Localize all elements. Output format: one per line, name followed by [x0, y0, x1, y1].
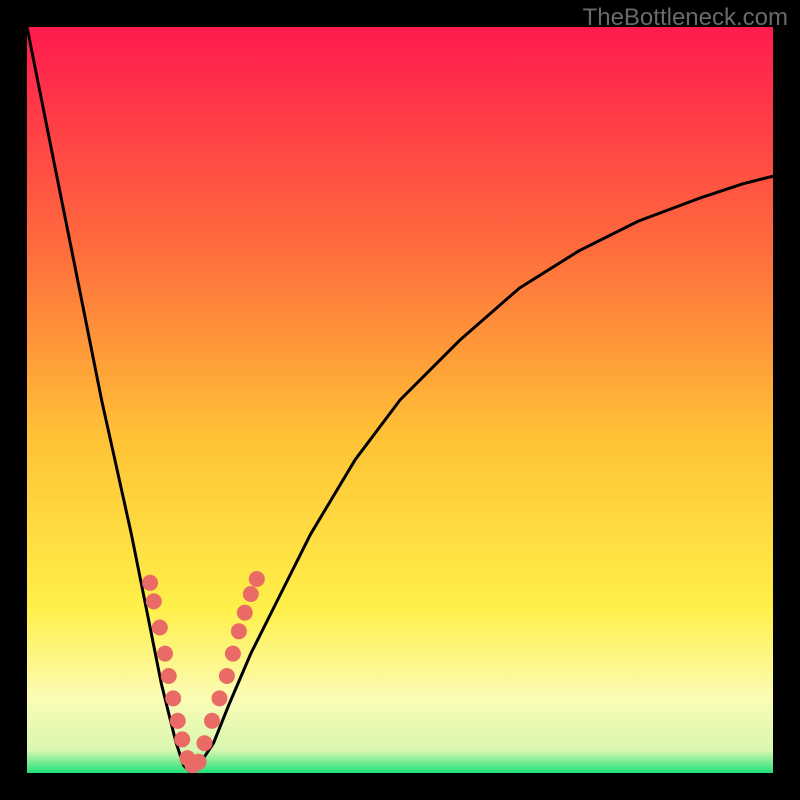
chart-svg	[27, 27, 773, 773]
marker-point	[170, 713, 186, 729]
marker-point	[161, 668, 177, 684]
plot-area	[27, 27, 773, 773]
marker-point	[191, 754, 207, 770]
marker-point	[197, 735, 213, 751]
marker-point	[243, 586, 259, 602]
marker-point	[204, 713, 220, 729]
marker-point	[146, 593, 162, 609]
watermark-text: TheBottleneck.com	[583, 4, 788, 32]
marker-point	[219, 668, 235, 684]
marker-point	[174, 731, 190, 747]
marker-point	[237, 605, 253, 621]
marker-point	[212, 690, 228, 706]
marker-point	[225, 646, 241, 662]
marker-point	[231, 623, 247, 639]
marker-point	[165, 690, 181, 706]
marker-point	[157, 646, 173, 662]
marker-point	[142, 575, 158, 591]
marker-point	[249, 571, 265, 587]
marker-point	[152, 620, 168, 636]
chart-frame: TheBottleneck.com	[0, 0, 800, 800]
